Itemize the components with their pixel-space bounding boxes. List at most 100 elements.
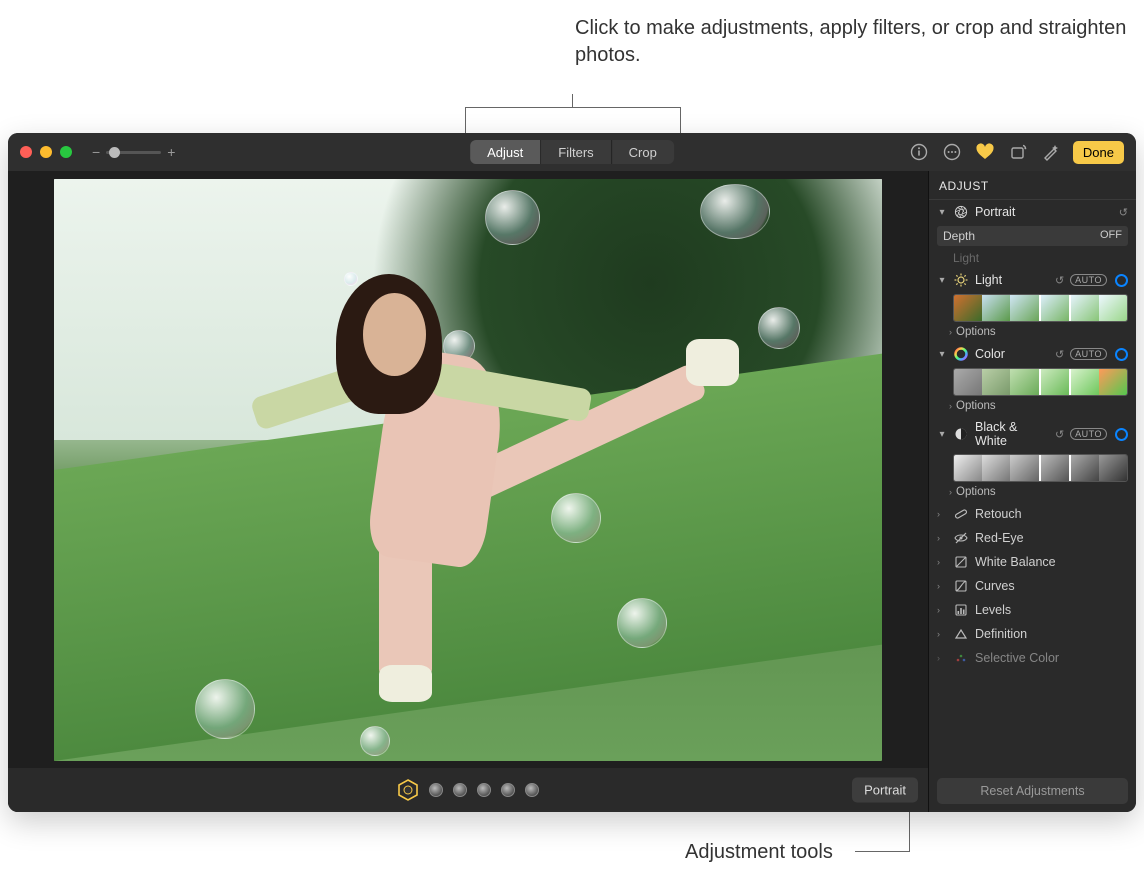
adjust-redeye-row[interactable]: › Red-Eye bbox=[929, 526, 1136, 550]
toolbar-right-group: Done bbox=[908, 141, 1124, 164]
adjust-light-row[interactable]: ▾ Light ↺ AUTO bbox=[929, 268, 1136, 292]
zoom-minus-icon: − bbox=[92, 144, 100, 160]
close-window-button[interactable] bbox=[20, 146, 32, 158]
zoom-slider-track[interactable] bbox=[106, 151, 161, 154]
bw-enabled-toggle[interactable] bbox=[1115, 428, 1128, 441]
triangle-icon bbox=[953, 626, 969, 642]
portrait-light-sub-row: Light bbox=[929, 248, 1136, 268]
zoom-plus-icon: + bbox=[167, 144, 175, 160]
portrait-stage-mono-icon[interactable] bbox=[501, 783, 515, 797]
color-options-toggle[interactable]: › Options bbox=[929, 398, 1136, 416]
curves-icon bbox=[953, 578, 969, 594]
portrait-reset-icon[interactable]: ↺ bbox=[1119, 206, 1128, 219]
color-reset-icon[interactable]: ↺ bbox=[1055, 348, 1064, 361]
adjust-tab[interactable]: Adjust bbox=[470, 140, 541, 164]
bandage-icon bbox=[953, 506, 969, 522]
filters-tab[interactable]: Filters bbox=[541, 140, 611, 164]
adjust-retouch-row[interactable]: › Retouch bbox=[929, 502, 1136, 526]
callout-top-leader bbox=[465, 107, 681, 134]
fullscreen-window-button[interactable] bbox=[60, 146, 72, 158]
chevron-down-icon: ▾ bbox=[937, 429, 947, 440]
color-options-label: Options bbox=[956, 400, 996, 412]
chevron-down-icon: ▾ bbox=[937, 275, 947, 286]
app-window: − + Adjust Filters Crop bbox=[8, 133, 1136, 812]
adjust-light-label: Light bbox=[975, 273, 1049, 287]
photo-preview bbox=[54, 179, 882, 761]
callout-top-text: Click to make adjustments, apply filters… bbox=[575, 15, 1144, 69]
favorite-heart-icon[interactable] bbox=[974, 141, 996, 163]
palette-icon bbox=[953, 650, 969, 666]
done-button[interactable]: Done bbox=[1073, 141, 1124, 164]
adjust-portrait-row[interactable]: ▾ Portrait ↺ bbox=[929, 200, 1136, 224]
info-icon[interactable] bbox=[908, 141, 930, 163]
adjust-bw-label: Black & White bbox=[975, 420, 1049, 448]
minimize-window-button[interactable] bbox=[40, 146, 52, 158]
adjust-selective-color-row[interactable]: › Selective Color bbox=[929, 646, 1136, 670]
depth-value: OFF bbox=[1100, 229, 1122, 243]
light-options-toggle[interactable]: › Options bbox=[929, 324, 1136, 342]
bw-auto-button[interactable]: AUTO bbox=[1070, 428, 1107, 440]
main-edit-area: Portrait bbox=[8, 171, 928, 812]
bw-options-label: Options bbox=[956, 486, 996, 498]
callout-bottom-leader bbox=[855, 851, 910, 852]
chevron-right-icon: › bbox=[937, 653, 947, 663]
portrait-natural-light-icon[interactable] bbox=[397, 779, 419, 801]
zoom-slider-thumb[interactable] bbox=[109, 147, 120, 158]
light-reset-icon[interactable]: ↺ bbox=[1055, 274, 1064, 287]
titlebar: − + Adjust Filters Crop bbox=[8, 133, 1136, 171]
portrait-light-sub-label: Light bbox=[953, 251, 979, 265]
adjust-color-row[interactable]: ▾ Color ↺ AUTO bbox=[929, 342, 1136, 366]
adjust-curves-row[interactable]: › Curves bbox=[929, 574, 1136, 598]
color-thumbnail-strip[interactable] bbox=[953, 368, 1128, 396]
adjust-white-balance-row[interactable]: › White Balance bbox=[929, 550, 1136, 574]
chevron-right-icon: › bbox=[937, 557, 947, 567]
aperture-icon bbox=[953, 204, 969, 220]
chevron-right-icon: › bbox=[937, 509, 947, 519]
auto-enhance-icon[interactable] bbox=[1040, 141, 1062, 163]
more-icon[interactable] bbox=[941, 141, 963, 163]
chevron-right-icon: › bbox=[949, 487, 952, 497]
color-auto-button[interactable]: AUTO bbox=[1070, 348, 1107, 360]
reset-adjustments-button[interactable]: Reset Adjustments bbox=[937, 778, 1128, 804]
chevron-down-icon: ▾ bbox=[937, 207, 947, 218]
chevron-right-icon: › bbox=[937, 533, 947, 543]
retouch-label: Retouch bbox=[975, 507, 1128, 521]
portrait-stage-light-icon[interactable] bbox=[477, 783, 491, 797]
portrait-lighting-selector bbox=[397, 779, 539, 801]
adjust-bw-row[interactable]: ▾ Black & White ↺ AUTO bbox=[929, 416, 1136, 452]
bw-reset-icon[interactable]: ↺ bbox=[1055, 428, 1064, 441]
curves-label: Curves bbox=[975, 579, 1128, 593]
adjust-definition-row[interactable]: › Definition bbox=[929, 622, 1136, 646]
chevron-right-icon: › bbox=[949, 327, 952, 337]
selective-color-label: Selective Color bbox=[975, 651, 1128, 665]
portrait-badge-button[interactable]: Portrait bbox=[852, 778, 918, 803]
white-balance-label: White Balance bbox=[975, 555, 1128, 569]
image-viewport[interactable] bbox=[8, 171, 928, 768]
light-auto-button[interactable]: AUTO bbox=[1070, 274, 1107, 286]
portrait-studio-light-icon[interactable] bbox=[429, 783, 443, 797]
levels-label: Levels bbox=[975, 603, 1128, 617]
light-enabled-toggle[interactable] bbox=[1115, 274, 1128, 287]
half-circle-icon bbox=[953, 426, 969, 442]
light-thumbnail-strip[interactable] bbox=[953, 294, 1128, 322]
zoom-slider[interactable]: − + bbox=[92, 144, 175, 160]
bw-thumbnail-strip[interactable] bbox=[953, 454, 1128, 482]
bw-options-toggle[interactable]: › Options bbox=[929, 484, 1136, 502]
portrait-contour-light-icon[interactable] bbox=[453, 783, 467, 797]
traffic-lights bbox=[20, 146, 72, 158]
bottom-strip: Portrait bbox=[8, 768, 928, 812]
color-enabled-toggle[interactable] bbox=[1115, 348, 1128, 361]
eye-slash-icon bbox=[953, 530, 969, 546]
thermometer-icon bbox=[953, 554, 969, 570]
crop-tab[interactable]: Crop bbox=[612, 140, 674, 164]
rotate-icon[interactable] bbox=[1007, 141, 1029, 163]
sidebar-header: ADJUST bbox=[929, 171, 1136, 200]
callout-bottom-text: Adjustment tools bbox=[685, 841, 833, 864]
portrait-highkey-mono-icon[interactable] bbox=[525, 783, 539, 797]
chevron-right-icon: › bbox=[937, 629, 947, 639]
adjust-levels-row[interactable]: › Levels bbox=[929, 598, 1136, 622]
edit-mode-segmented-control: Adjust Filters Crop bbox=[470, 140, 674, 164]
adjust-sidebar: ADJUST ▾ Portrait ↺ Depth OFF bbox=[928, 171, 1136, 812]
redeye-label: Red-Eye bbox=[975, 531, 1128, 545]
depth-row[interactable]: Depth OFF bbox=[937, 226, 1128, 246]
